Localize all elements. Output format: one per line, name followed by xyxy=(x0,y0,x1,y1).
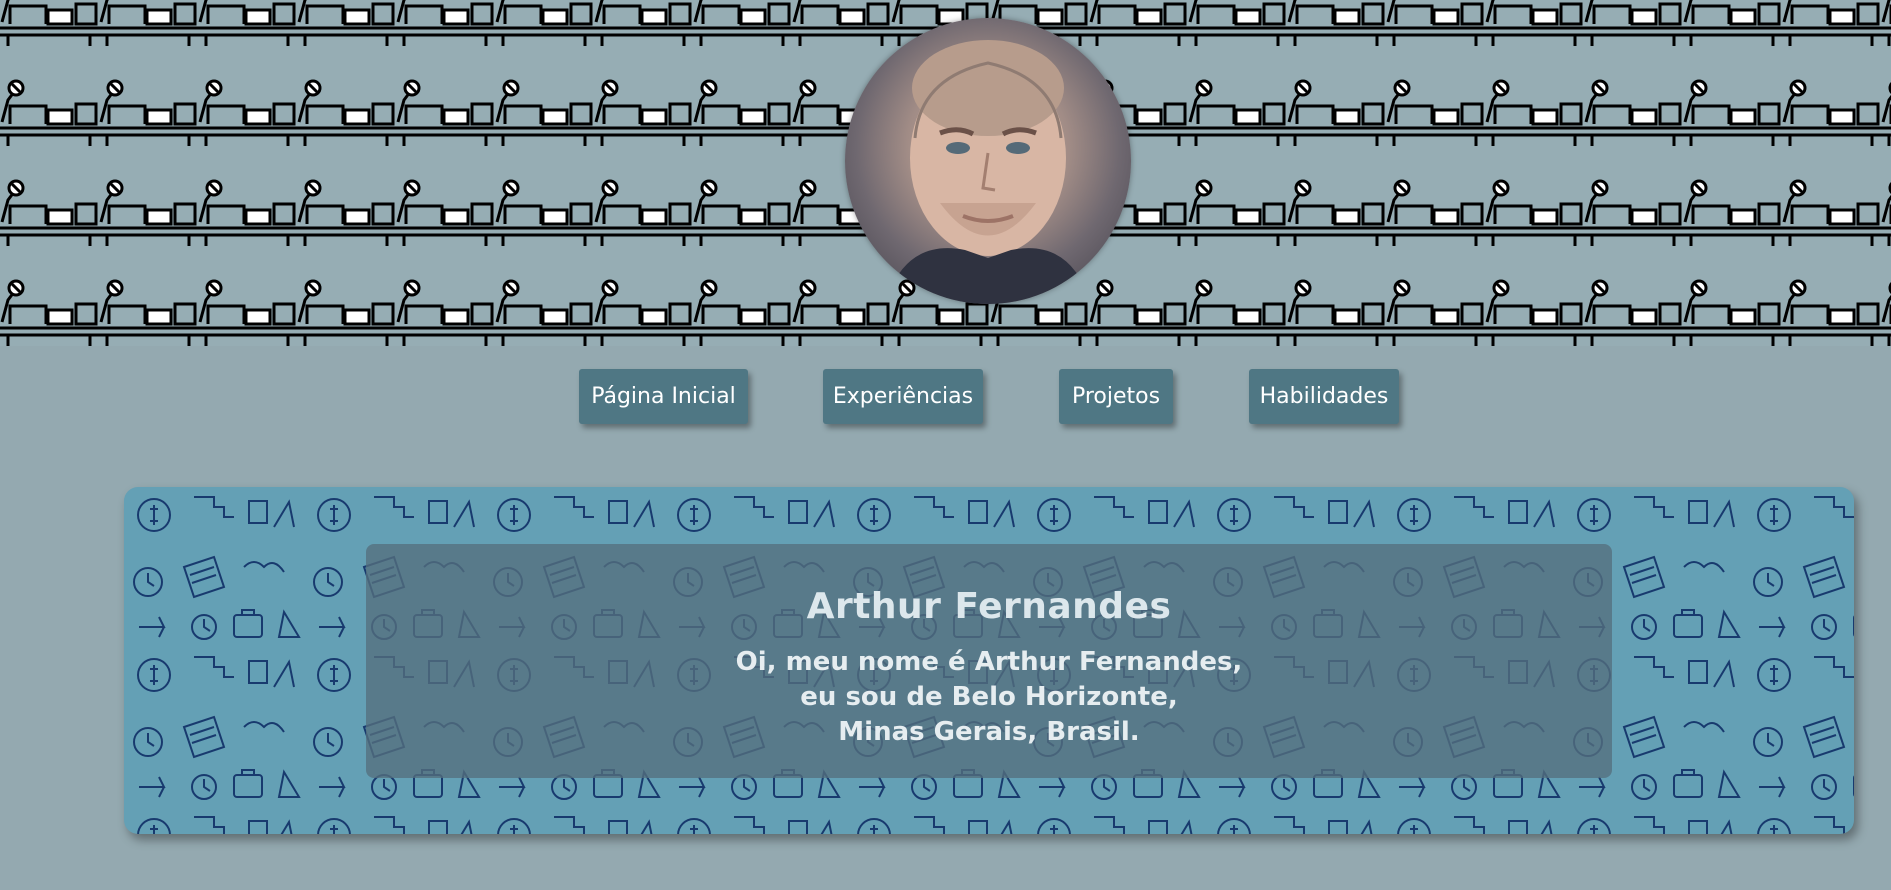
profile-photo xyxy=(845,18,1131,304)
intro-panel: Arthur Fernandes Oi, meu nome é Arthur F… xyxy=(366,544,1612,778)
intro-line-1: Oi, meu nome é Arthur Fernandes, xyxy=(735,647,1243,677)
intro-line-2: eu sou de Belo Horizonte, xyxy=(800,682,1178,712)
intro-line-3: Minas Gerais, Brasil. xyxy=(838,717,1140,747)
main-navigation: Página Inicial Experiências Projetos Hab… xyxy=(0,369,1891,424)
intro-card: Arthur Fernandes Oi, meu nome é Arthur F… xyxy=(124,487,1854,834)
nav-experiences-button[interactable]: Experiências xyxy=(823,369,983,424)
nav-home-button[interactable]: Página Inicial xyxy=(579,369,748,424)
intro-text: Oi, meu nome é Arthur Fernandes, eu sou … xyxy=(366,645,1612,750)
avatar-icon xyxy=(885,40,1091,304)
intro-name: Arthur Fernandes xyxy=(806,586,1172,627)
nav-projects-button[interactable]: Projetos xyxy=(1059,369,1173,424)
nav-skills-button[interactable]: Habilidades xyxy=(1249,369,1399,424)
